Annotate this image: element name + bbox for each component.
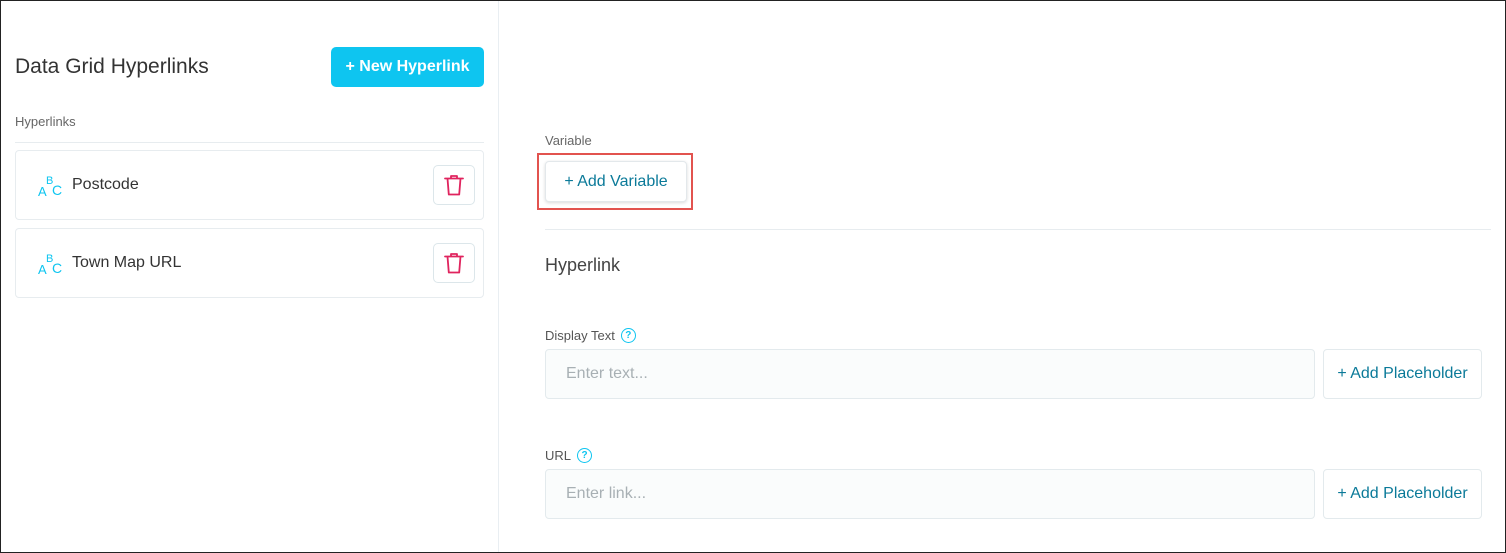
- url-input[interactable]: [545, 469, 1315, 519]
- abc-text-icon: A B C: [38, 253, 62, 276]
- app-window: Data Grid Hyperlinks + New Hyperlink Hyp…: [0, 0, 1506, 553]
- display-text-label: Display Text ?: [545, 328, 636, 343]
- trash-icon: [444, 253, 464, 274]
- help-icon[interactable]: ?: [620, 328, 636, 343]
- list-item-postcode[interactable]: A B C Postcode: [15, 150, 484, 220]
- page-title: Data Grid Hyperlinks: [15, 55, 209, 78]
- list-item-town-map-url[interactable]: A B C Town Map URL: [15, 228, 484, 298]
- abc-text-icon: A B C: [38, 175, 62, 198]
- svg-text:C: C: [52, 182, 62, 198]
- url-label-text: URL: [545, 448, 572, 463]
- display-text-input[interactable]: [545, 349, 1315, 399]
- delete-button[interactable]: [433, 165, 475, 205]
- new-hyperlink-button[interactable]: + New Hyperlink: [331, 47, 484, 87]
- divider: [545, 229, 1491, 230]
- hyperlink-heading: Hyperlink: [545, 255, 621, 275]
- help-icon[interactable]: ?: [577, 448, 593, 463]
- delete-button[interactable]: [433, 243, 475, 283]
- list-item-label: Town Map URL: [72, 254, 182, 271]
- add-placeholder-button-display-text[interactable]: + Add Placeholder: [1323, 349, 1482, 399]
- display-text-label-text: Display Text: [545, 328, 615, 343]
- trash-icon: [444, 175, 464, 196]
- add-placeholder-button-url[interactable]: + Add Placeholder: [1323, 469, 1482, 519]
- hyperlink-list-panel: Data Grid Hyperlinks + New Hyperlink Hyp…: [1, 1, 499, 552]
- hyperlinks-section-label: Hyperlinks: [15, 114, 76, 129]
- add-variable-button[interactable]: + Add Variable: [545, 161, 687, 202]
- svg-text:C: C: [52, 260, 62, 276]
- divider: [15, 142, 484, 143]
- list-item-label: Postcode: [72, 176, 139, 193]
- url-label: URL ?: [545, 448, 593, 463]
- variable-label: Variable: [545, 133, 592, 148]
